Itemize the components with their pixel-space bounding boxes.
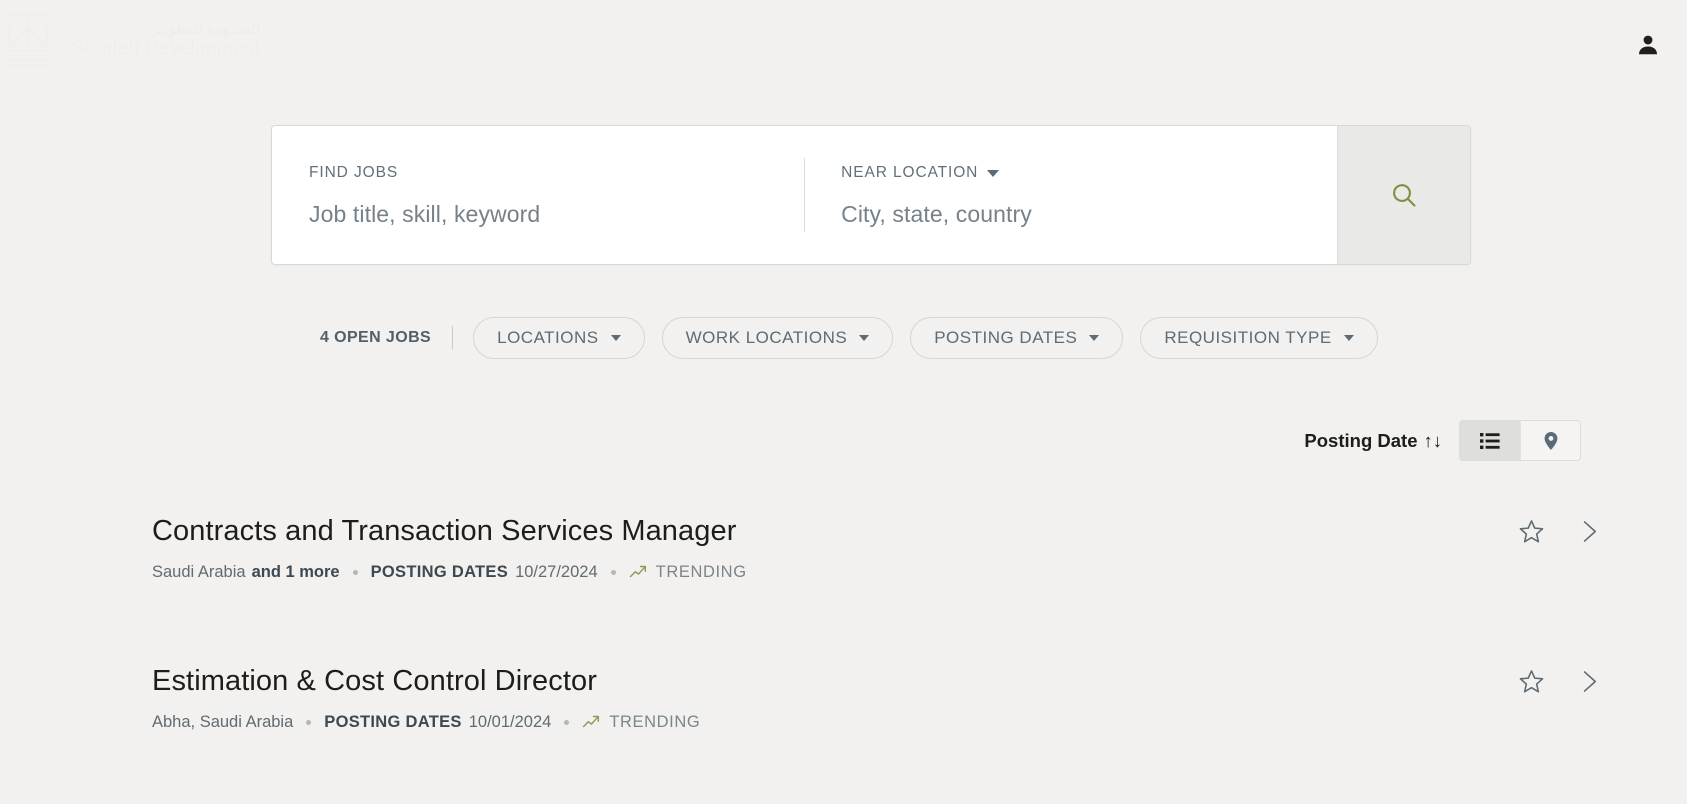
filter-locations[interactable]: LOCATIONS (473, 317, 645, 359)
job-location-more: and 1 more (251, 562, 340, 581)
logo-text: الســودة للتطويـر Soudah Development (72, 20, 261, 60)
job-actions (1518, 668, 1602, 695)
trending-label: TRENDING (609, 712, 701, 731)
job-search-page: الســودة للتطويـر Soudah Development FIN… (0, 0, 1687, 804)
table-row[interactable]: Contracts and Transaction Services Manag… (152, 490, 1602, 640)
job-meta: Abha, Saudi Arabia POSTING DATES 10/01/2… (152, 713, 1602, 732)
filter-divider (452, 326, 454, 350)
trending-up-icon (629, 565, 646, 577)
logo-english: Soudah Development (72, 38, 261, 60)
chevron-down-icon (987, 169, 1000, 177)
sort-arrows-icon: ↑↓ (1423, 429, 1443, 451)
star-icon (1519, 520, 1544, 543)
map-view-button[interactable] (1520, 421, 1580, 460)
chevron-down-icon (610, 335, 621, 341)
trending-up-icon (583, 715, 600, 727)
posting-dates-label: POSTING DATES (324, 712, 462, 731)
filter-locations-label: LOCATIONS (497, 328, 599, 347)
near-location-label[interactable]: NEAR LOCATION (841, 164, 1337, 182)
save-job-button[interactable] (1518, 668, 1545, 695)
filter-requisition-type[interactable]: REQUISITION TYPE (1140, 317, 1378, 359)
posting-date-value: 10/01/2024 (468, 712, 552, 731)
list-view-button[interactable] (1460, 421, 1520, 460)
meta-dot-separator (610, 569, 616, 575)
sort-by-posting-date-button[interactable]: Posting Date ↑↓ (1304, 430, 1442, 452)
user-account-icon (1639, 35, 1657, 55)
trending-label: TRENDING (655, 562, 747, 581)
logo-arabic: الســودة للتطويـر (151, 20, 261, 38)
filter-row: 4 OPEN JOBS LOCATIONS WORK LOCATIONS POS… (320, 317, 1395, 359)
job-meta: Saudi Arabia and 1 more POSTING DATES 10… (152, 563, 1602, 582)
site-logo[interactable]: الســودة للتطويـر Soudah Development (8, 14, 260, 68)
filter-work-locations-label: WORK LOCATIONS (685, 328, 848, 347)
search-input[interactable]: Job title, skill, keyword (309, 201, 804, 228)
open-jobs-count: 4 OPEN JOBS (320, 329, 432, 346)
soudah-logo-mark (8, 14, 48, 66)
chevron-down-icon (1343, 335, 1354, 341)
table-row[interactable]: Estimation & Cost Control Director Abha,… (152, 640, 1602, 790)
filter-posting-dates[interactable]: POSTING DATES (910, 317, 1124, 359)
chevron-right-icon (1583, 521, 1597, 542)
search-submit-button[interactable] (1337, 126, 1470, 264)
chevron-down-icon (859, 335, 870, 341)
find-jobs-label: FIND JOBS (309, 164, 399, 181)
near-location-label-text: NEAR LOCATION (841, 164, 979, 181)
account-button[interactable] (1633, 30, 1663, 60)
meta-dot-separator (306, 719, 312, 725)
location-input[interactable]: City, state, country (841, 201, 1337, 228)
sort-label: Posting Date (1304, 429, 1418, 451)
map-pin-icon (1544, 431, 1557, 450)
job-title[interactable]: Contracts and Transaction Services Manag… (152, 514, 1602, 549)
find-jobs-field[interactable]: FIND JOBS Job title, skill, keyword (272, 126, 804, 264)
job-results-list: Contracts and Transaction Services Manag… (152, 490, 1602, 790)
open-job-button[interactable] (1575, 668, 1602, 695)
list-icon (1480, 432, 1500, 449)
job-title[interactable]: Estimation & Cost Control Director (152, 664, 1602, 699)
page-header: الســودة للتطويـر Soudah Development (0, 0, 1687, 92)
filter-posting-dates-label: POSTING DATES (934, 328, 1078, 347)
star-icon (1519, 670, 1544, 693)
trending-badge: TRENDING (629, 563, 747, 582)
save-job-button[interactable] (1518, 518, 1545, 545)
trending-badge: TRENDING (582, 713, 700, 732)
chevron-down-icon (1089, 335, 1100, 341)
posting-date-value: 10/27/2024 (515, 562, 598, 581)
sort-and-view-controls: Posting Date ↑↓ (1304, 420, 1581, 461)
open-job-button[interactable] (1575, 518, 1602, 545)
near-location-field[interactable]: NEAR LOCATION City, state, country (804, 126, 1337, 264)
search-bar: FIND JOBS Job title, skill, keyword NEAR… (271, 125, 1471, 265)
meta-dot-separator (352, 569, 358, 575)
filter-work-locations[interactable]: WORK LOCATIONS (661, 317, 894, 359)
chevron-right-icon (1583, 671, 1597, 692)
posting-dates-label: POSTING DATES (370, 562, 509, 581)
job-location: Abha, Saudi Arabia (152, 712, 294, 731)
meta-dot-separator (564, 719, 570, 725)
search-icon (1393, 184, 1416, 207)
filter-requisition-type-label: REQUISITION TYPE (1164, 328, 1332, 347)
job-actions (1518, 518, 1602, 545)
view-toggle-group (1459, 420, 1581, 461)
job-location: Saudi Arabia (152, 562, 246, 581)
